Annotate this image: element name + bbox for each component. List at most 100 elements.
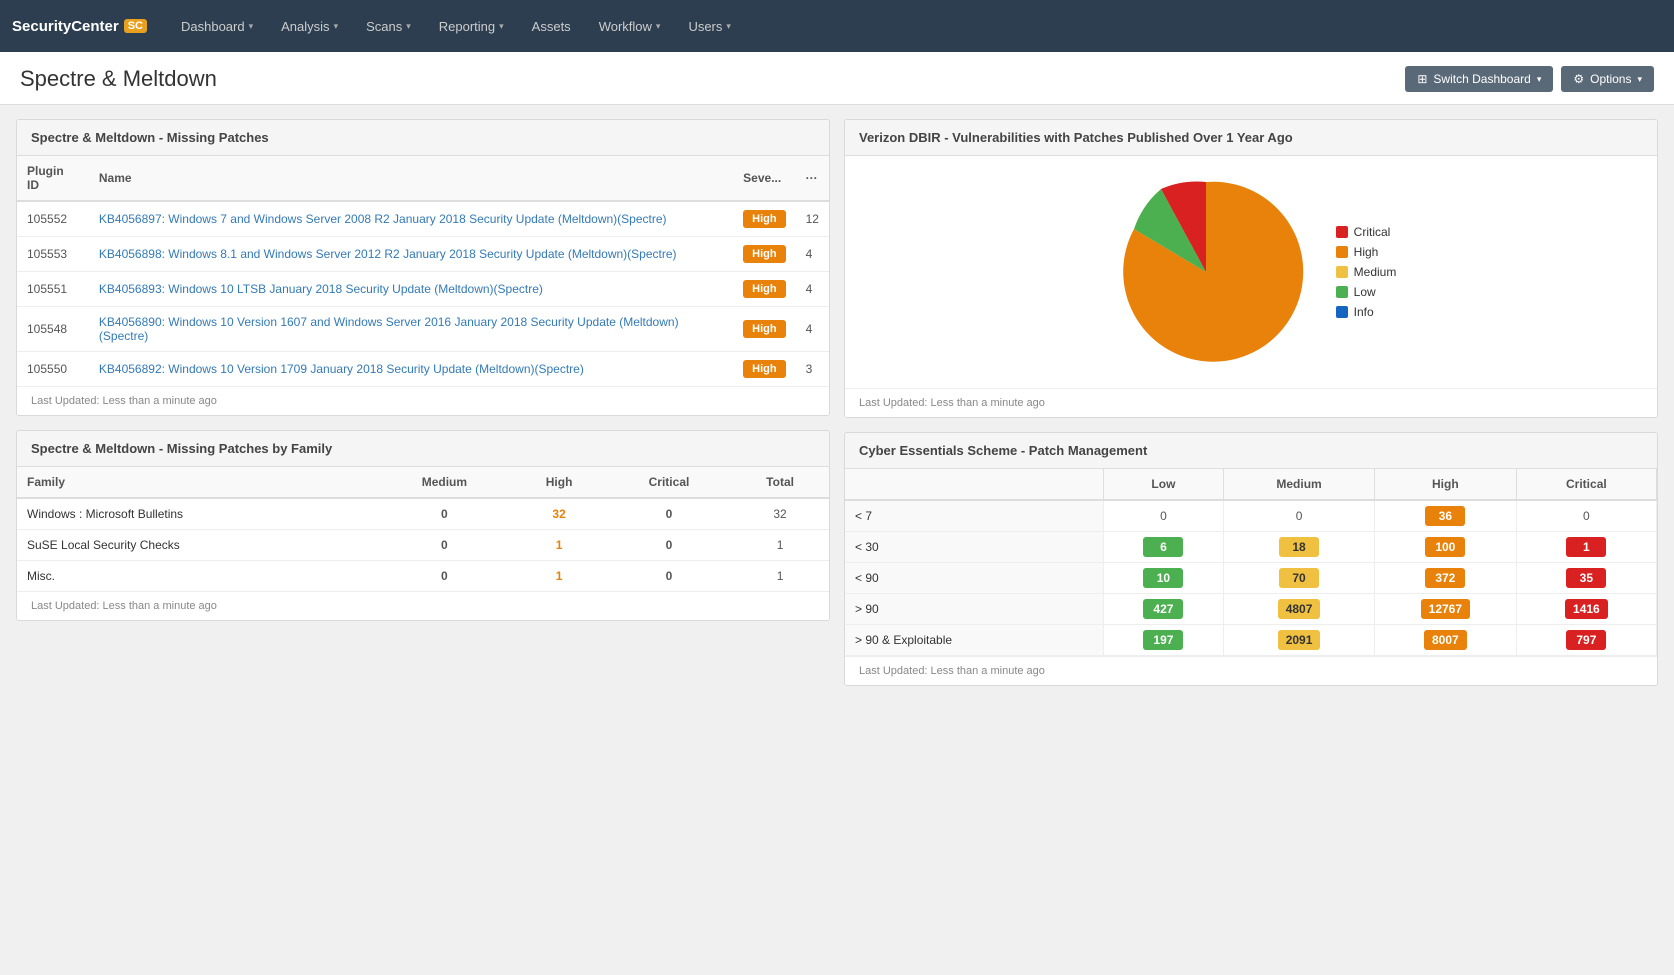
legend-label-low: Low [1354, 285, 1376, 299]
switch-caret-icon: ▾ [1537, 74, 1542, 85]
missing-patches-family-card: Spectre & Meltdown - Missing Patches by … [16, 430, 830, 621]
table-row[interactable]: SuSE Local Security Checks 0 1 0 1 [17, 530, 829, 561]
patch-row-label: < 30 [845, 532, 1103, 563]
patch-cell-medium: 18 [1224, 532, 1375, 563]
severity-cell: High [733, 237, 795, 272]
pie-legend: Critical High Medium Low [1336, 225, 1397, 319]
patch-cell-medium: 70 [1224, 563, 1375, 594]
legend-label-critical: Critical [1354, 225, 1391, 239]
patch-col-medium: Medium [1224, 469, 1375, 500]
patch-badge-high: 12767 [1421, 599, 1470, 619]
patch-cell-medium: 4807 [1224, 594, 1375, 625]
brand-logo: SecurityCenter SC [12, 18, 147, 35]
legend-item-info: Info [1336, 305, 1397, 319]
table-row[interactable]: 105550 KB4056892: Windows 10 Version 170… [17, 352, 829, 387]
nav-label: Reporting [439, 19, 495, 34]
table-row[interactable]: > 904274807127671416 [845, 594, 1657, 625]
count-cell: 4 [796, 272, 829, 307]
missing-patches-table: Plugin ID Name Seve... ··· 105552 KB4056… [17, 156, 829, 386]
legend-label-high: High [1354, 245, 1379, 259]
table-row[interactable]: < 306181001 [845, 532, 1657, 563]
count-cell: 12 [796, 201, 829, 237]
pie-last-updated: Last Updated: Less than a minute ago [845, 388, 1657, 417]
nav-item-users[interactable]: Users▾ [674, 3, 744, 50]
page-header: Spectre & Meltdown ⊞ Switch Dashboard ▾ … [0, 52, 1674, 105]
table-row[interactable]: 105552 KB4056897: Windows 7 and Windows … [17, 201, 829, 237]
table-row[interactable]: Windows : Microsoft Bulletins 0 32 0 32 [17, 498, 829, 530]
table-row[interactable]: 105551 KB4056893: Windows 10 LTSB Januar… [17, 272, 829, 307]
family-name: Windows : Microsoft Bulletins [17, 498, 378, 530]
severity-cell: High [733, 272, 795, 307]
plugin-id: 105550 [17, 352, 89, 387]
severity-cell: High [733, 307, 795, 352]
patch-management-title: Cyber Essentials Scheme - Patch Manageme… [845, 433, 1657, 469]
nav-item-reporting[interactable]: Reporting▾ [425, 3, 518, 50]
patch-management-body: Low Medium High Critical < 700360< 30618… [845, 469, 1657, 656]
plugin-id: 105552 [17, 201, 89, 237]
switch-dashboard-button[interactable]: ⊞ Switch Dashboard ▾ [1405, 66, 1553, 92]
patch-thead: Low Medium High Critical [845, 469, 1657, 500]
plugin-id: 105551 [17, 272, 89, 307]
table-row[interactable]: 105553 KB4056898: Windows 8.1 and Window… [17, 237, 829, 272]
navbar: SecurityCenter SC Dashboard▾Analysis▾Sca… [0, 0, 1674, 52]
missing-patches-table-scroll[interactable]: Plugin ID Name Seve... ··· 105552 KB4056… [17, 156, 829, 386]
legend-item-medium: Medium [1336, 265, 1397, 279]
family-last-updated: Last Updated: Less than a minute ago [17, 591, 829, 620]
patch-badge-low: 6 [1143, 537, 1183, 557]
legend-item-high: High [1336, 245, 1397, 259]
nav-label: Assets [532, 19, 571, 34]
table-row[interactable]: < 90107037235 [845, 563, 1657, 594]
missing-patches-tbody: 105552 KB4056897: Windows 7 and Windows … [17, 201, 829, 386]
patch-col-critical: Critical [1516, 469, 1656, 500]
col-total: Total [731, 467, 829, 498]
table-row[interactable]: < 700360 [845, 500, 1657, 532]
patch-cell-medium: 2091 [1224, 625, 1375, 656]
count-cell: 3 [796, 352, 829, 387]
plugin-name: KB4056890: Windows 10 Version 1607 and W… [89, 307, 733, 352]
family-critical: 0 [607, 561, 731, 592]
table-row[interactable]: 105548 KB4056890: Windows 10 Version 160… [17, 307, 829, 352]
patch-cell-high: 372 [1374, 563, 1516, 594]
nav-item-assets[interactable]: Assets [518, 3, 585, 50]
nav-item-workflow[interactable]: Workflow ▾ [585, 3, 675, 50]
col-critical: Critical [607, 467, 731, 498]
patch-badge-critical: 1 [1566, 537, 1606, 557]
col-family: Family [17, 467, 378, 498]
brand-name: SecurityCenter [12, 18, 119, 35]
nav-caret-icon: ▾ [656, 21, 661, 32]
missing-patches-last-updated: Last Updated: Less than a minute ago [17, 386, 829, 415]
missing-patches-body: Plugin ID Name Seve... ··· 105552 KB4056… [17, 156, 829, 386]
header-actions: ⊞ Switch Dashboard ▾ ⚙ Options ▾ [1405, 66, 1654, 92]
table-row[interactable]: > 90 & Exploitable19720918007797 [845, 625, 1657, 656]
patch-management-card: Cyber Essentials Scheme - Patch Manageme… [844, 432, 1658, 686]
family-tbody: Windows : Microsoft Bulletins 0 32 0 32 … [17, 498, 829, 591]
table-row[interactable]: Misc. 0 1 0 1 [17, 561, 829, 592]
family-critical: 0 [607, 530, 731, 561]
patch-badge-high: 372 [1425, 568, 1465, 588]
plugin-name: KB4056893: Windows 10 LTSB January 2018 … [89, 272, 733, 307]
nav-label: Analysis [281, 19, 329, 34]
patch-cell-low: 10 [1103, 563, 1223, 594]
missing-patches-family-title: Spectre & Meltdown - Missing Patches by … [17, 431, 829, 467]
pie-svg [1106, 172, 1306, 372]
nav-item-analysis[interactable]: Analysis▾ [267, 3, 352, 50]
pie-chart-card: Verizon DBIR - Vulnerabilities with Patc… [844, 119, 1658, 418]
patch-badge-medium: 2091 [1278, 630, 1321, 650]
patch-cell-critical: 1 [1516, 532, 1656, 563]
nav-item-scans[interactable]: Scans▾ [352, 3, 425, 50]
col-plugin-id: Plugin ID [17, 156, 89, 201]
family-medium: 0 [378, 530, 512, 561]
pie-chart-visual [1106, 172, 1306, 372]
legend-label-info: Info [1354, 305, 1374, 319]
col-medium: Medium [378, 467, 512, 498]
patch-cell-critical: 797 [1516, 625, 1656, 656]
options-button[interactable]: ⚙ Options ▾ [1561, 66, 1654, 92]
patch-badge-critical: 797 [1566, 630, 1606, 650]
nav-label: Workflow [599, 19, 652, 34]
nav-item-dashboard[interactable]: Dashboard▾ [167, 3, 267, 50]
patch-cell-low: 197 [1103, 625, 1223, 656]
legend-item-low: Low [1336, 285, 1397, 299]
patch-cell-high: 8007 [1374, 625, 1516, 656]
count-cell: 4 [796, 237, 829, 272]
options-caret-icon: ▾ [1637, 74, 1642, 85]
